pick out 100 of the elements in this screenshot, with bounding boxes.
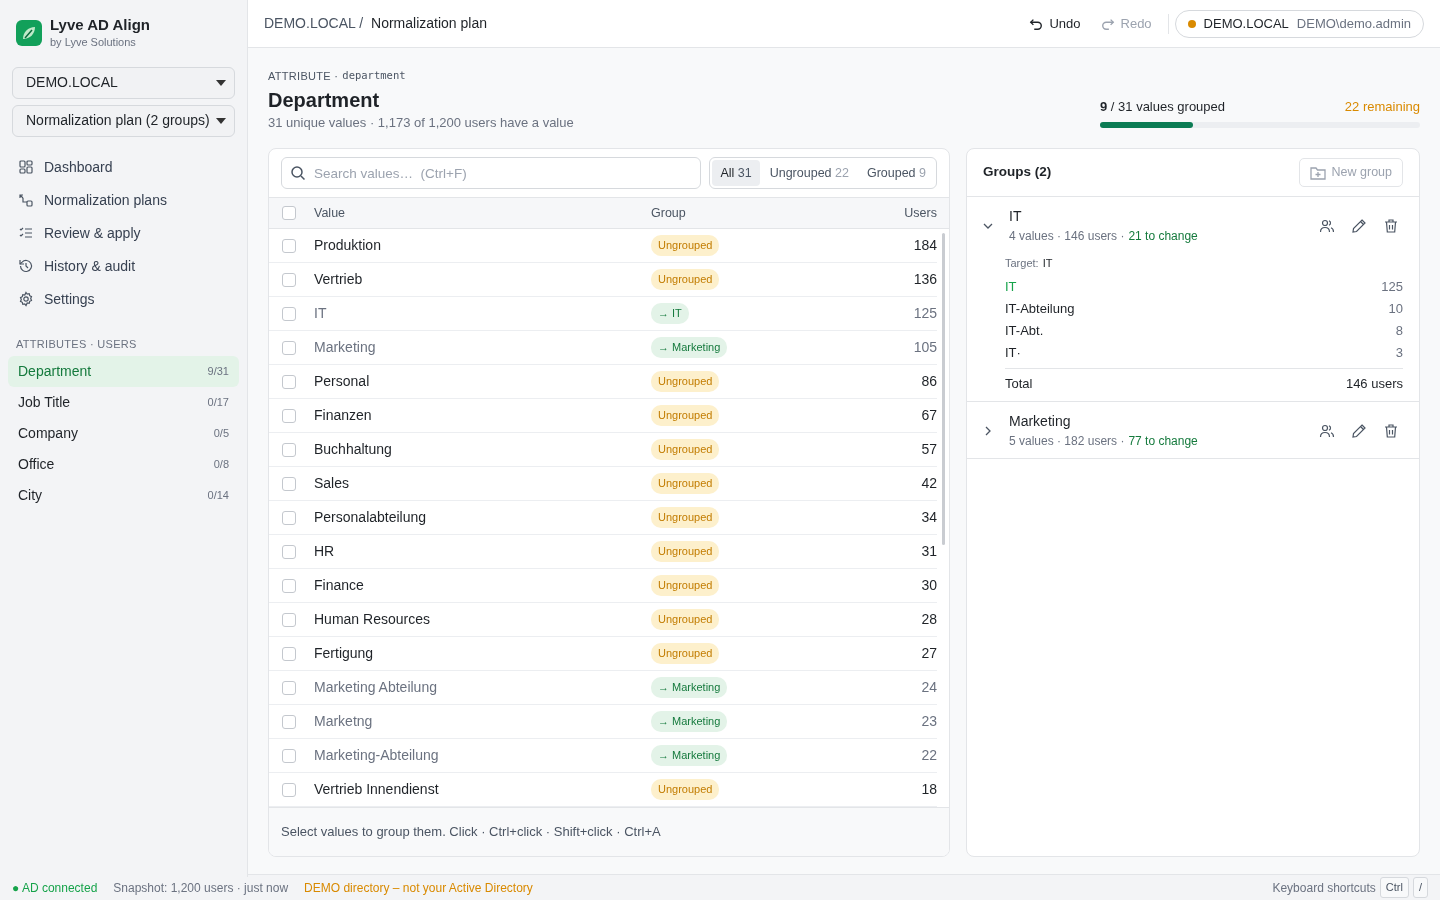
row-checkbox[interactable] bbox=[282, 306, 296, 321]
attribute-code: department bbox=[342, 68, 406, 84]
users-cell-text: 23 bbox=[920, 712, 937, 731]
nav-link[interactable]: Dashboard bbox=[8, 150, 239, 184]
members-icon[interactable] bbox=[1319, 422, 1335, 439]
nav-link[interactable]: Normalization plans bbox=[8, 183, 239, 217]
row-checkbox[interactable] bbox=[282, 646, 296, 661]
member-count: 3 bbox=[1395, 343, 1403, 362]
page-summary: 31 unique values · 1,173 of 1,200 users have a value bbox=[268, 113, 574, 132]
domain-select[interactable]: DEMO.LOCAL bbox=[12, 66, 235, 99]
value-cell-text: Personalabteilung bbox=[314, 508, 428, 527]
users-cell-text: 22 bbox=[920, 746, 937, 765]
row-checkbox[interactable] bbox=[282, 578, 296, 593]
search-icon bbox=[290, 165, 306, 181]
filter-tab[interactable]: Ungrouped 22 bbox=[761, 160, 857, 186]
row-checkbox[interactable] bbox=[282, 782, 296, 797]
attribute-item[interactable]: Company 0/5 bbox=[8, 418, 239, 449]
chevron-icon[interactable] bbox=[983, 425, 993, 436]
settings-icon bbox=[18, 291, 34, 307]
users-cell-text: 125 bbox=[912, 304, 937, 323]
attribute-item[interactable]: Job Title 0/17 bbox=[8, 387, 239, 418]
nav-link[interactable]: History & audit bbox=[8, 249, 239, 283]
demo-notice: DEMO directory – not your Active Directory bbox=[304, 879, 533, 897]
connector-icon bbox=[18, 192, 34, 208]
row-checkbox[interactable] bbox=[282, 340, 296, 355]
checklist-icon bbox=[18, 225, 34, 241]
delete-icon[interactable] bbox=[1383, 217, 1399, 234]
scrollbar[interactable] bbox=[941, 233, 945, 545]
row-checkbox[interactable] bbox=[282, 544, 296, 559]
edit-icon[interactable] bbox=[1351, 422, 1367, 439]
column-header[interactable]: Users bbox=[857, 203, 937, 223]
users-cell-text: 24 bbox=[920, 678, 937, 697]
plan-select[interactable]: Normalization plan (2 groups) bbox=[12, 104, 235, 137]
row-checkbox[interactable] bbox=[282, 374, 296, 389]
search-field[interactable]: Search values… (Ctrl+F) bbox=[281, 157, 702, 189]
hint-text: Select values to group them. Click · Ctrl+click · Shift+click · Ctrl+A bbox=[269, 808, 949, 856]
filter-tab[interactable]: All 31 bbox=[712, 160, 760, 186]
value-cell-text: HR bbox=[314, 542, 336, 561]
member-value: IT bbox=[1005, 277, 1017, 296]
panel-title: Groups (2) bbox=[983, 163, 1052, 182]
value-cell-text: Personal bbox=[314, 372, 371, 391]
group-meta: 5 values · 182 users · bbox=[1009, 433, 1125, 450]
member-value: IT· bbox=[1005, 343, 1021, 362]
delete-icon[interactable] bbox=[1383, 422, 1399, 439]
member-count: 8 bbox=[1395, 321, 1403, 340]
group-badge: → Marketing bbox=[651, 677, 728, 698]
row-checkbox[interactable] bbox=[282, 272, 296, 287]
group-badge: Ungrouped bbox=[651, 779, 720, 800]
row-checkbox[interactable] bbox=[282, 408, 296, 423]
app-name: Lyve AD Align bbox=[50, 16, 150, 34]
users-cell-text: 57 bbox=[920, 440, 937, 459]
edit-icon[interactable] bbox=[1351, 217, 1367, 234]
column-header[interactable]: Group bbox=[651, 203, 857, 223]
row-checkbox[interactable] bbox=[282, 612, 296, 627]
undo-button[interactable]: Undo bbox=[1019, 9, 1091, 38]
value-cell-text: Produktion bbox=[314, 236, 382, 255]
nav-link[interactable]: Settings bbox=[8, 282, 239, 316]
breadcrumb-link[interactable]: DEMO.LOCAL / bbox=[264, 13, 364, 34]
page-title: Department bbox=[268, 87, 381, 113]
snapshot-info: Snapshot: 1,200 users · just now bbox=[113, 879, 289, 897]
group-meta: 4 values · 146 users · bbox=[1009, 228, 1125, 245]
attribute-item[interactable]: Department 9/31 bbox=[8, 356, 239, 387]
filter-tab[interactable]: Grouped 9 bbox=[858, 160, 934, 186]
group-badge: Ungrouped bbox=[651, 235, 720, 256]
target-label: Target: bbox=[1005, 256, 1039, 271]
total-value: 146 users bbox=[1345, 374, 1403, 393]
member-value: IT-Abteilung bbox=[1005, 299, 1075, 318]
members-icon[interactable] bbox=[1319, 217, 1335, 234]
users-cell-text: 28 bbox=[920, 610, 937, 629]
row-checkbox[interactable] bbox=[282, 442, 296, 457]
connection-status: ● AD connected bbox=[12, 879, 98, 897]
group-badge: → IT bbox=[651, 303, 689, 324]
value-cell-text: Finance bbox=[314, 576, 365, 595]
value-cell-text: Vertrieb Innendienst bbox=[314, 780, 440, 799]
users-cell-text: 184 bbox=[912, 236, 937, 255]
shortcuts-label: Keyboard shortcuts bbox=[1272, 879, 1376, 897]
attribute-item[interactable]: City 0/14 bbox=[8, 480, 239, 511]
grid-icon bbox=[18, 159, 34, 175]
row-checkbox[interactable] bbox=[282, 510, 296, 525]
group-badge: → Marketing bbox=[651, 711, 728, 732]
group-name: Marketing bbox=[1009, 412, 1072, 431]
value-cell-text: Human Resources bbox=[314, 610, 431, 629]
folder-plus-icon bbox=[1309, 165, 1326, 180]
target-value: IT bbox=[1042, 256, 1053, 271]
value-cell-text: Finanzen bbox=[314, 406, 373, 425]
row-checkbox[interactable] bbox=[282, 476, 296, 491]
row-checkbox[interactable] bbox=[282, 238, 296, 253]
row-checkbox[interactable] bbox=[282, 680, 296, 695]
total-label: Total bbox=[1005, 374, 1033, 393]
nav-link[interactable]: Review & apply bbox=[8, 216, 239, 250]
app-subtitle: by Lyve Solutions bbox=[50, 35, 137, 50]
key-cap: Ctrl bbox=[1379, 877, 1409, 898]
column-header[interactable]: Value bbox=[314, 203, 651, 223]
row-checkbox[interactable] bbox=[282, 748, 296, 763]
users-cell-text: 30 bbox=[920, 576, 937, 595]
select-all-checkbox[interactable] bbox=[282, 206, 296, 220]
attribute-item[interactable]: Office 0/8 bbox=[8, 449, 239, 480]
group-badge: Ungrouped bbox=[651, 405, 720, 426]
row-checkbox[interactable] bbox=[282, 714, 296, 729]
app-logo bbox=[16, 20, 42, 47]
